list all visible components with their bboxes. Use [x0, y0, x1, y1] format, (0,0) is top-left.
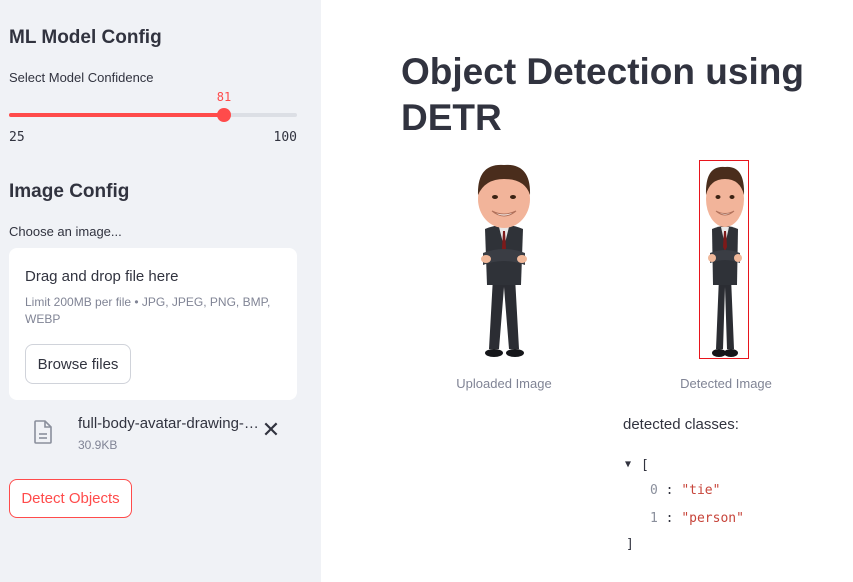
detection-bounding-box [699, 160, 749, 359]
slider-fill [9, 113, 225, 117]
detect-objects-button[interactable]: Detect Objects [9, 479, 132, 518]
json-item: 0 : "tie" [650, 483, 721, 498]
json-close-bracket: ] [626, 537, 634, 552]
model-config-heading: ML Model Config [9, 27, 162, 48]
dropzone-title: Drag and drop file here [25, 268, 179, 285]
browse-files-button[interactable]: Browse files [25, 344, 131, 384]
dropzone-limit: Limit 200MB per file • JPG, JPEG, PNG, B… [25, 295, 271, 326]
json-open-bracket: [ [641, 458, 649, 473]
detected-image-caption: Detected Image [680, 376, 772, 391]
uploaded-file-row: full-body-avatar-drawing-vector.jpg 30.9… [9, 408, 297, 458]
sidebar: ML Model Config Select Model Confidence … [0, 0, 321, 582]
json-value: "tie" [681, 483, 721, 498]
json-item: 1 : "person" [650, 511, 744, 526]
image-config-heading: Image Config [9, 181, 130, 202]
choose-image-label: Choose an image... [9, 224, 122, 239]
confidence-slider[interactable] [9, 108, 297, 122]
file-icon [34, 420, 52, 444]
file-size: 30.9KB [78, 438, 118, 452]
json-index: 1 [650, 511, 658, 526]
file-name: full-body-avatar-drawing-vector.jpg [78, 415, 262, 432]
file-dropzone[interactable]: Drag and drop file here Limit 200MB per … [9, 248, 297, 400]
slider-value: 81 [216, 90, 232, 104]
page-title: Object Detection using DETR [401, 51, 804, 138]
uploaded-image [477, 164, 531, 357]
detected-classes-label: detected classes: [623, 416, 739, 433]
slider-max: 100 [273, 130, 297, 145]
collapse-caret-icon[interactable]: ▼ [625, 459, 631, 470]
slider-min: 25 [9, 130, 25, 145]
json-value: "person" [681, 511, 744, 526]
slider-thumb[interactable] [217, 108, 232, 122]
uploaded-image-caption: Uploaded Image [456, 376, 552, 391]
close-icon[interactable]: ✕ [261, 418, 281, 442]
confidence-label: Select Model Confidence [9, 70, 154, 85]
json-index: 0 [650, 483, 658, 498]
